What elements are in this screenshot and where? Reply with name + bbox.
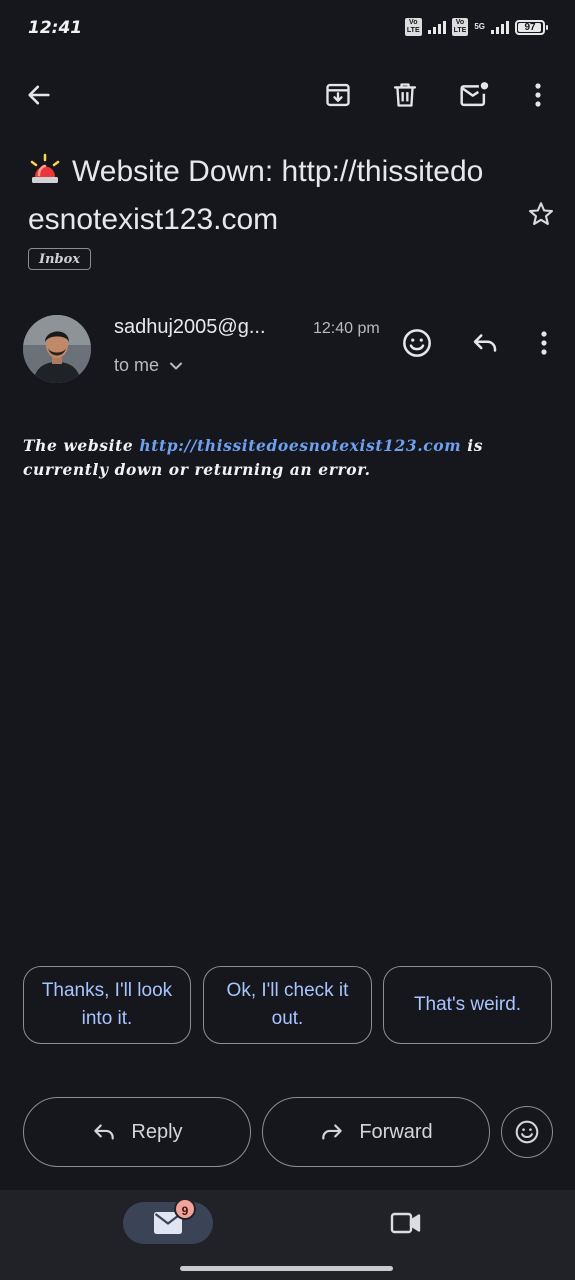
body-link[interactable]: http://thissitedoesnotexist123.com [139,436,461,455]
archive-icon [326,83,350,107]
forward-icon [322,1124,343,1140]
reply-icon [473,334,497,352]
trash-icon [393,83,417,107]
reply-label: Reply [131,1120,183,1143]
video-camera-icon [390,1212,421,1234]
message-body: The website http://thissitedoesnotexist1… [23,434,543,482]
archive-button[interactable] [319,76,357,114]
message-time: 12:40 pm [313,320,380,337]
emoji-icon [515,1120,539,1144]
star-icon [528,202,554,225]
unread-count-badge: 9 [174,1198,196,1220]
mail-tab[interactable] [123,1202,213,1244]
smart-reply-1[interactable]: Thanks, I'll look into it. [23,966,191,1044]
smart-reply-2[interactable]: Ok, I'll check it out. [203,966,372,1044]
more-vert-icon [535,83,541,107]
back-button[interactable] [20,76,58,114]
status-bar: 12:41 Vo LTE Vo LTE 5G 97 [0,0,575,56]
sender-avatar[interactable] [23,315,91,383]
bottom-navigation: 9 [0,1190,575,1280]
network-type: 5G [474,22,485,31]
battery-percent: 97 [524,21,536,33]
more-options-button[interactable] [522,76,554,114]
forward-button[interactable]: Forward [262,1097,490,1167]
siren-emoji-icon [28,153,62,198]
mark-unread-button[interactable] [454,76,494,114]
arrow-left-icon [28,85,50,105]
signal-icon-1 [427,20,446,34]
emoji-reaction-button[interactable] [501,1106,553,1158]
volte-badge-2: Vo LTE [451,18,469,36]
forward-label: Forward [359,1120,433,1143]
star-button[interactable] [523,196,559,232]
email-subject: Website Down: http://thissitedoesnotexis… [28,150,498,242]
status-indicators: Vo LTE Vo LTE 5G 97 [404,18,548,36]
volte-badge-1: Vo LTE [404,18,422,36]
inbox-label-chip[interactable]: Inbox [28,248,92,270]
signal-icon-2 [491,20,509,34]
sender-name[interactable]: sadhuj2005@g... [114,316,266,339]
recipient-label: to me [114,355,160,375]
more-vert-icon [541,331,547,355]
body-text-prefix: The website [23,436,140,455]
email-view: 12:41 Vo LTE Vo LTE 5G 97 Website Down: … [0,0,575,1280]
meet-tab[interactable] [390,1210,422,1241]
subject-text: Website Down: http://thissitedoesnotexis… [28,155,484,236]
home-indicator[interactable] [180,1266,393,1271]
recipient-details-toggle[interactable]: to me [114,355,183,376]
status-time: 12:41 [28,18,83,38]
mail-unread-icon [460,82,489,107]
message-more-button[interactable] [530,324,558,362]
add-reaction-button[interactable] [398,324,436,362]
delete-button[interactable] [386,76,424,114]
battery-icon: 97 [515,19,548,35]
chevron-down-icon [170,362,183,369]
emoji-icon [403,329,431,357]
smart-reply-3[interactable]: That's weird. [383,966,552,1044]
reply-button[interactable]: Reply [23,1097,251,1167]
reply-icon [94,1124,115,1140]
reply-icon-button[interactable] [466,324,504,362]
